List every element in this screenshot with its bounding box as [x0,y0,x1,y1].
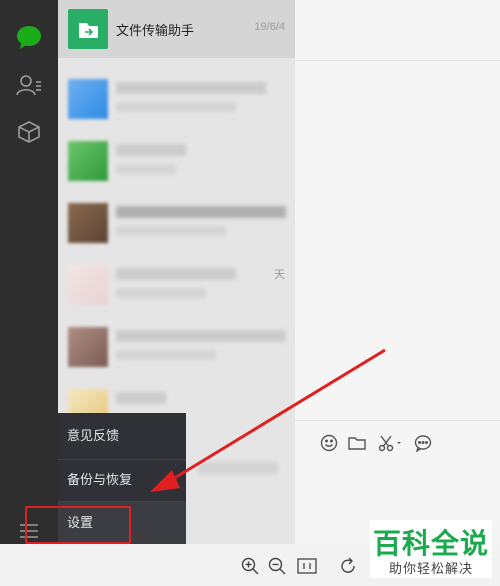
annotation-arrow [150,348,386,492]
actual-size-icon[interactable] [296,557,318,575]
watermark-title: 百科全说 [372,528,489,559]
rotate-icon[interactable] [339,557,357,575]
zoom-in-icon[interactable] [241,557,259,575]
zoom-out-icon[interactable] [268,557,286,575]
watermark: 百科全说 助你轻松解决 [370,520,492,578]
watermark-subtitle: 助你轻松解决 [388,561,473,576]
